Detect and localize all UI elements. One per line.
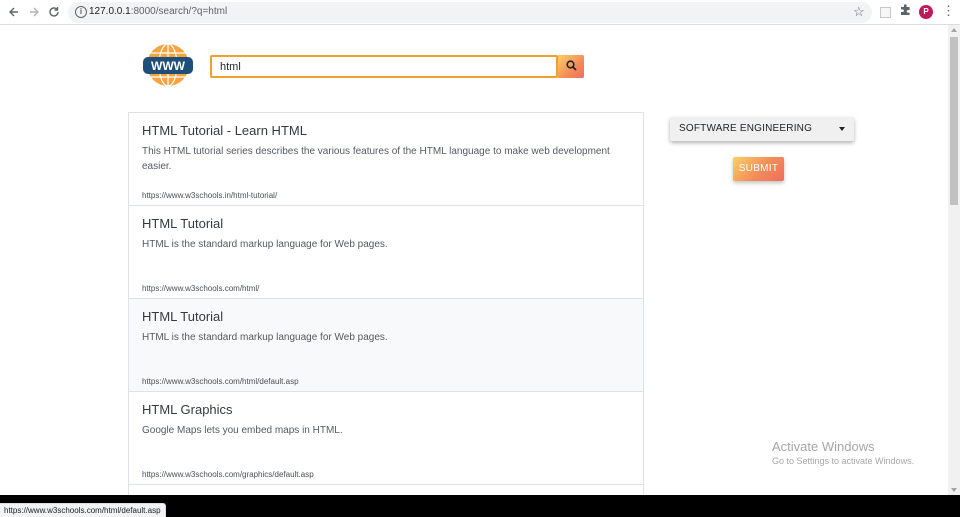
category-selected: SOFTWARE ENGINEERING <box>679 123 813 134</box>
extension-icon[interactable] <box>880 7 891 18</box>
result-url[interactable]: https://www.w3schools.com/graphics/defau… <box>142 470 314 479</box>
result-description: This HTML tutorial series describes the … <box>142 146 610 172</box>
result-url[interactable]: https://www.w3schools.com/html/default.a… <box>142 377 299 386</box>
address-url: 127.0.0.1:8000/search/?q=html <box>89 6 228 17</box>
result-url[interactable]: https://www.w3schools.in/html-tutorial/ <box>142 191 277 200</box>
result-item[interactable]: HTML Tutorial HTML is the standard marku… <box>128 206 644 299</box>
puzzle-icon[interactable] <box>899 3 913 19</box>
results-list: HTML Tutorial - Learn HTML This HTML tut… <box>128 112 644 495</box>
activate-windows-title: Activate Windows <box>772 439 875 454</box>
result-description: HTML is the standard markup language for… <box>142 332 388 343</box>
submit-button[interactable]: SUBMIT <box>733 157 784 181</box>
menu-icon[interactable]: ⋮ <box>942 4 955 18</box>
result-url[interactable]: https://www.w3schools.com/html/ <box>142 284 259 293</box>
result-description: Google Maps lets you embed maps in HTML. <box>142 425 343 436</box>
category-dropdown[interactable]: SOFTWARE ENGINEERING <box>670 117 854 141</box>
search-icon <box>565 59 577 74</box>
result-item[interactable] <box>128 485 644 495</box>
star-icon[interactable]: ☆ <box>853 4 865 20</box>
result-title[interactable]: HTML Tutorial - Learn HTML <box>142 123 631 139</box>
back-icon[interactable] <box>5 3 23 21</box>
search-button[interactable] <box>558 55 584 78</box>
result-item[interactable]: HTML Graphics Google Maps lets you embed… <box>128 392 644 485</box>
scroll-down-icon[interactable] <box>951 488 957 492</box>
result-title[interactable]: HTML Graphics <box>142 402 631 418</box>
reload-icon[interactable] <box>45 3 63 21</box>
result-item[interactable]: HTML Tutorial - Learn HTML This HTML tut… <box>128 112 644 206</box>
forward-icon[interactable] <box>25 3 43 21</box>
search-input[interactable] <box>210 55 558 78</box>
info-icon[interactable]: i <box>75 6 87 18</box>
www-logo: WWW <box>143 43 193 87</box>
profile-avatar[interactable]: P <box>919 5 933 19</box>
logo-text: WWW <box>151 59 186 73</box>
status-bar-url: https://www.w3schools.com/html/default.a… <box>0 503 166 517</box>
vertical-scrollbar[interactable] <box>948 25 960 495</box>
result-title[interactable]: HTML Tutorial <box>142 216 631 232</box>
result-title[interactable]: HTML Tutorial <box>142 309 631 325</box>
caret-down-icon <box>839 127 845 131</box>
result-item[interactable]: HTML Tutorial HTML is the standard marku… <box>128 299 644 392</box>
address-bar[interactable]: i 127.0.0.1:8000/search/?q=html <box>68 2 872 23</box>
page-content: WWW HTML Tutorial - Learn HTML This HTML… <box>0 25 948 495</box>
result-description: HTML is the standard markup language for… <box>142 239 388 250</box>
scroll-up-icon[interactable] <box>951 28 957 32</box>
activate-windows-subtitle: Go to Settings to activate Windows. <box>772 456 915 466</box>
browser-toolbar: i 127.0.0.1:8000/search/?q=html ☆ P ⋮ <box>0 0 960 25</box>
scroll-thumb[interactable] <box>950 37 958 205</box>
